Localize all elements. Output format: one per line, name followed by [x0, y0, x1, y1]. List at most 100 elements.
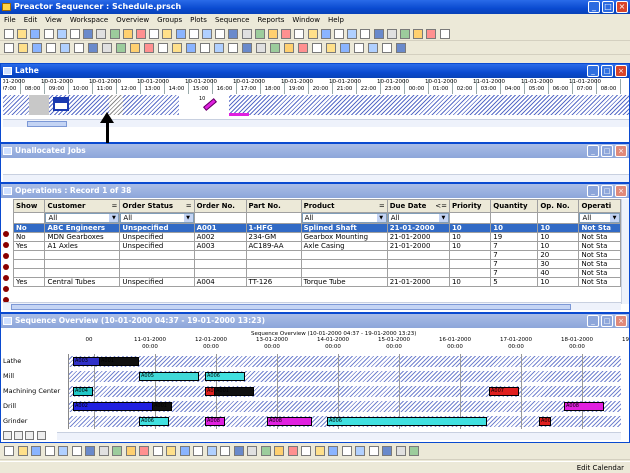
zoom-range-icon[interactable]: [36, 431, 46, 440]
toolbar-button-icon[interactable]: [18, 43, 28, 53]
toolbar-button-icon[interactable]: [220, 446, 230, 456]
toolbar-button-icon[interactable]: [328, 446, 338, 456]
lathe-operation-bar[interactable]: [229, 113, 249, 116]
toolbar-button-icon[interactable]: [320, 29, 331, 39]
column-header[interactable]: Order Status =: [119, 199, 195, 213]
toolbar-button-icon[interactable]: [206, 446, 217, 456]
toolbar-button-icon[interactable]: [228, 43, 238, 53]
toolbar-button-icon[interactable]: [360, 29, 371, 39]
column-header[interactable]: Quantity: [490, 199, 539, 213]
menu-item[interactable]: Window: [288, 14, 324, 27]
maximize-icon[interactable]: □: [602, 1, 614, 13]
toolbar-button-icon[interactable]: [241, 29, 252, 39]
table-row[interactable]: 7 40 Not Sta: [12, 268, 621, 278]
toolbar-button-icon[interactable]: [44, 446, 55, 456]
sequence-chart-area[interactable]: A003A001A005A001A004A007A001A002A001A006…: [69, 354, 621, 429]
toolbar-button-icon[interactable]: [260, 446, 271, 456]
operation-bar[interactable]: A001: [99, 357, 139, 366]
toolbar-button-icon[interactable]: [413, 29, 424, 39]
toolbar-button-icon[interactable]: [382, 446, 392, 456]
unallocated-hscroll[interactable]: [3, 174, 629, 182]
toolbar-button-icon[interactable]: [400, 29, 410, 39]
menu-item[interactable]: View: [41, 14, 66, 27]
toolbar-button-icon[interactable]: [186, 43, 196, 53]
chevron-down-icon[interactable]: ▼: [183, 214, 193, 222]
table-row[interactable]: 7 20 Not Sta: [12, 250, 621, 260]
toolbar-button-icon[interactable]: [172, 43, 182, 53]
column-header[interactable]: Show: [12, 199, 46, 213]
panel-close-icon[interactable]: ×: [615, 65, 627, 77]
toolbar-button-icon[interactable]: [193, 446, 203, 456]
toolbar-button-icon[interactable]: [242, 43, 252, 53]
toolbar-button-icon[interactable]: [83, 29, 94, 39]
filter-select[interactable]: All ▼: [302, 213, 387, 223]
toolbar-button-icon[interactable]: [32, 43, 42, 53]
toolbar-button-icon[interactable]: [125, 446, 136, 456]
zoom-in-icon[interactable]: [3, 431, 12, 440]
unalloc-maximize-icon[interactable]: □: [601, 145, 613, 157]
operation-bar[interactable]: A001: [214, 387, 254, 396]
column-header[interactable]: Due Date <=: [386, 199, 450, 213]
toolbar-button-icon[interactable]: [409, 446, 419, 456]
operation-bar[interactable]: A006: [205, 372, 245, 381]
zoom-fit-icon[interactable]: [25, 431, 35, 440]
menu-item[interactable]: Plots: [186, 14, 211, 27]
lathe-hscroll[interactable]: [3, 119, 629, 127]
toolbar-button-icon[interactable]: [98, 446, 109, 456]
menu-item[interactable]: Edit: [20, 14, 42, 27]
resource-row[interactable]: [69, 356, 621, 367]
toolbar-button-icon[interactable]: [179, 446, 190, 456]
toolbar-button-icon[interactable]: [334, 29, 344, 39]
toolbar-button-icon[interactable]: [200, 43, 210, 53]
toolbar-button-icon[interactable]: [144, 43, 154, 53]
toolbar-button-icon[interactable]: [4, 446, 14, 456]
toolbar-button-icon[interactable]: [96, 29, 107, 39]
toolbar-button-icon[interactable]: [214, 43, 224, 53]
toolbar-button-icon[interactable]: [152, 446, 163, 456]
menu-item[interactable]: Overview: [112, 14, 153, 27]
operation-bar[interactable]: A004: [73, 387, 93, 396]
toolbar-button-icon[interactable]: [74, 43, 84, 53]
toolbar-button-icon[interactable]: [102, 43, 112, 53]
toolbar-button-icon[interactable]: [298, 43, 308, 53]
toolbar-button-icon[interactable]: [233, 446, 244, 456]
toolbar-button-icon[interactable]: [215, 29, 226, 39]
toolbar-button-icon[interactable]: [268, 29, 278, 39]
toolbar-button-icon[interactable]: [88, 43, 98, 53]
toolbar-button-icon[interactable]: [256, 43, 266, 53]
operations-vscroll[interactable]: [621, 199, 629, 304]
ops-close-icon[interactable]: ×: [615, 185, 627, 197]
toolbar-button-icon[interactable]: [386, 29, 397, 39]
toolbar-button-icon[interactable]: [70, 29, 80, 39]
operations-hscroll[interactable]: [3, 302, 621, 310]
chevron-down-icon[interactable]: ▼: [438, 214, 448, 222]
panel-maximize-icon[interactable]: □: [601, 65, 613, 77]
column-header[interactable]: Order No.: [193, 199, 247, 213]
toolbar-button-icon[interactable]: [396, 43, 406, 53]
table-row[interactable]: Yes Central Tubes Unspecified A004 TT-126 Tor…: [12, 277, 621, 287]
toolbar-button-icon[interactable]: [294, 29, 305, 39]
ops-maximize-icon[interactable]: □: [601, 185, 613, 197]
toolbar-button-icon[interactable]: [340, 43, 350, 53]
toolbar-button-icon[interactable]: [341, 446, 352, 456]
toolbar-button-icon[interactable]: [158, 43, 168, 53]
lathe-schedule-area[interactable]: [3, 95, 629, 115]
column-header[interactable]: Part No.: [245, 199, 302, 213]
column-header[interactable]: Customer =: [44, 199, 121, 213]
toolbar-button-icon[interactable]: [228, 29, 239, 39]
toolbar-button-icon[interactable]: [270, 43, 280, 53]
toolbar-button-icon[interactable]: [175, 29, 186, 39]
column-header[interactable]: Priority: [448, 199, 492, 213]
lathe-job-icon[interactable]: [53, 97, 69, 111]
toolbar-button-icon[interactable]: [130, 43, 140, 53]
toolbar-button-icon[interactable]: [85, 446, 95, 456]
toolbar-button-icon[interactable]: [56, 29, 67, 39]
operation-bar[interactable]: A006: [139, 417, 169, 426]
toolbar-button-icon[interactable]: [43, 29, 54, 39]
sequence-hscroll[interactable]: [57, 432, 621, 440]
toolbar-button-icon[interactable]: [109, 29, 120, 39]
filter-select[interactable]: All ▼: [388, 213, 449, 223]
toolbar-button-icon[interactable]: [307, 29, 318, 39]
operation-bar[interactable]: A008: [267, 417, 312, 426]
chevron-down-icon[interactable]: ▼: [376, 214, 386, 222]
